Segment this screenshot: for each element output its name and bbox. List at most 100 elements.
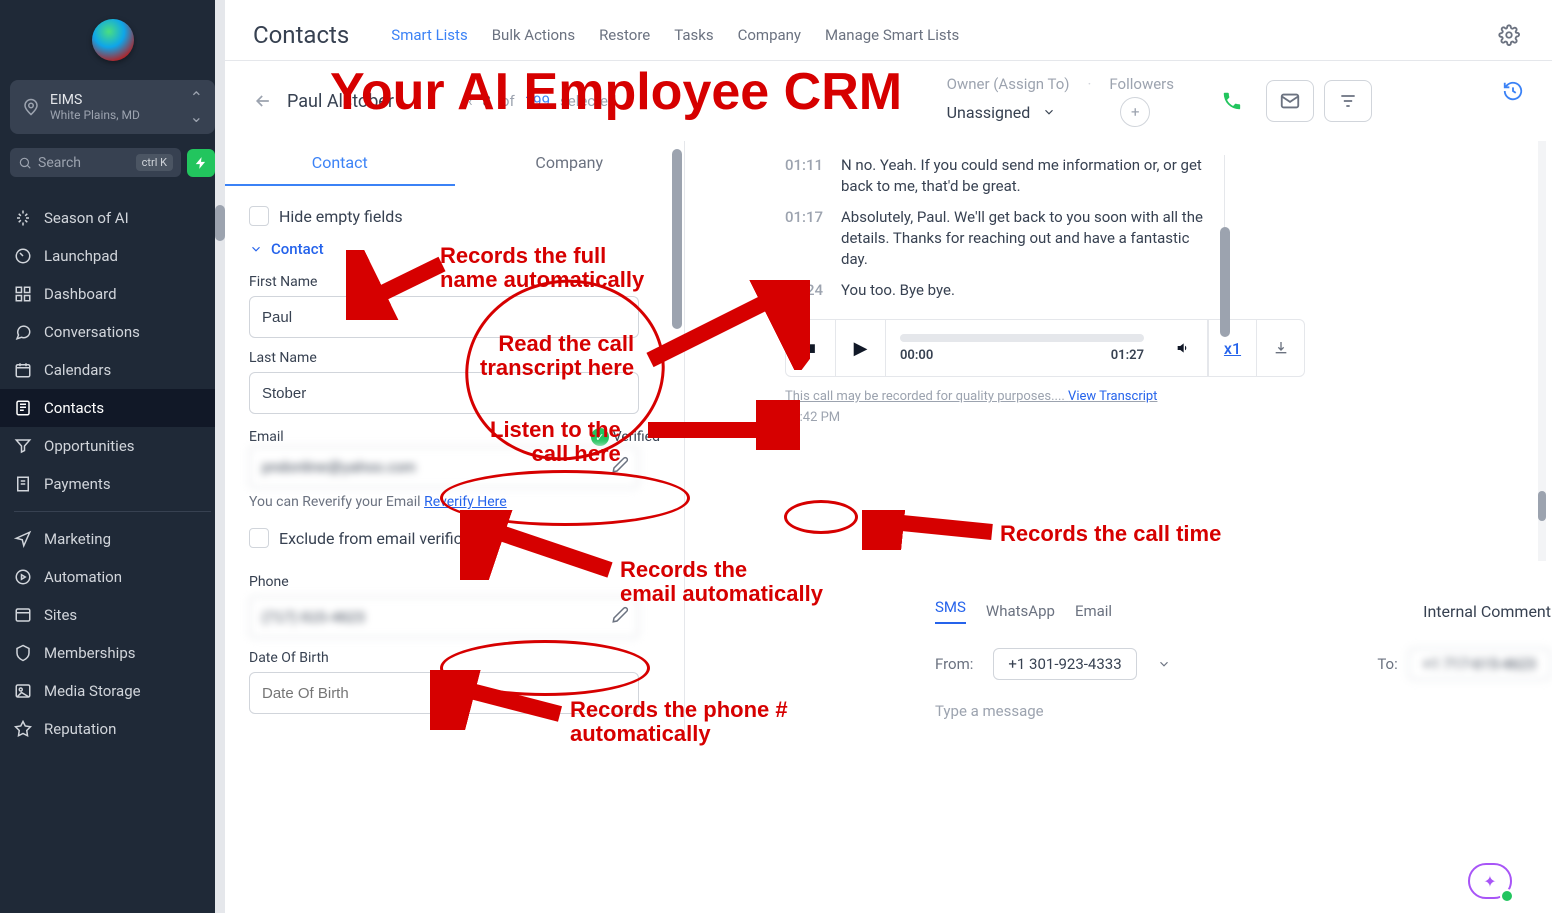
transcript-text: You too. Bye bye.	[841, 280, 955, 301]
play-button[interactable]: ▶	[836, 320, 886, 376]
filter-button[interactable]	[1324, 80, 1372, 122]
receipt-icon	[14, 475, 32, 493]
nav-opportunities[interactable]: Opportunities	[0, 427, 225, 465]
nav-dashboard[interactable]: Dashboard	[0, 275, 225, 313]
transcript-line: 01:17Absolutely, Paul. We'll get back to…	[785, 207, 1208, 270]
check-circle-icon: ✓	[591, 428, 609, 446]
owner-followers: Owner (Assign To) · Followers Unassigned…	[947, 75, 1174, 127]
hide-empty-label: Hide empty fields	[279, 207, 403, 226]
followers-title: Followers	[1109, 75, 1174, 93]
nav-label: Dashboard	[44, 285, 117, 303]
gear-icon[interactable]	[1498, 24, 1520, 46]
nav-reputation[interactable]: Reputation	[0, 710, 225, 748]
nav-media-storage[interactable]: Media Storage	[0, 672, 225, 710]
transcript-line: 01:24You too. Bye bye.	[785, 280, 1208, 301]
chevron-down-icon[interactable]	[1157, 657, 1171, 671]
search-input[interactable]: Search ctrl K	[10, 148, 181, 177]
nav-automation[interactable]: Automation	[0, 558, 225, 596]
nav-contacts[interactable]: Contacts	[0, 389, 225, 427]
nav-sites[interactable]: Sites	[0, 596, 225, 634]
history-button[interactable]	[1502, 80, 1524, 122]
sidebar-scrollbar-track	[215, 0, 225, 913]
email-input[interactable]	[249, 446, 639, 488]
org-switcher[interactable]: EIMS White Plains, MD ⌃⌄	[10, 80, 215, 134]
email-button[interactable]	[1266, 80, 1314, 122]
nav-label: Launchpad	[44, 247, 118, 265]
volume-button[interactable]	[1158, 320, 1208, 376]
edit-icon[interactable]	[611, 606, 629, 624]
sidebar-scrollbar-thumb[interactable]	[215, 205, 225, 241]
download-button[interactable]	[1256, 320, 1304, 376]
annotation-arrow	[346, 250, 446, 320]
tab-smart-lists[interactable]: Smart Lists	[391, 18, 467, 52]
view-transcript-link[interactable]: View Transcript	[1068, 389, 1157, 404]
funnel-icon	[14, 437, 32, 455]
tab-manage-smart-lists[interactable]: Manage Smart Lists	[825, 18, 959, 52]
nav-conversations[interactable]: Conversations	[0, 313, 225, 351]
activity-scrollbar-thumb[interactable]	[1538, 491, 1546, 521]
contact-section-toggle[interactable]: Contact	[249, 240, 660, 258]
compose-tab-whatsapp[interactable]: WhatsApp	[986, 602, 1055, 620]
play-circle-icon	[14, 568, 32, 586]
seek-track[interactable]: 00:00 01:27	[886, 334, 1158, 363]
tab-bulk-actions[interactable]: Bulk Actions	[492, 18, 575, 52]
total-time: 01:27	[1111, 348, 1144, 363]
sparkle-icon	[14, 209, 32, 227]
contact-actions	[1208, 80, 1524, 122]
pager-position: 8	[482, 92, 490, 110]
pager-next[interactable]: ›	[626, 92, 631, 110]
tab-tasks[interactable]: Tasks	[674, 18, 713, 52]
to-number[interactable]: +1 717-615-4623	[1408, 648, 1551, 680]
tab-company-detail[interactable]: Company	[455, 141, 685, 186]
last-name-input[interactable]	[249, 372, 639, 414]
nav-payments[interactable]: Payments	[0, 465, 225, 503]
nav-calendars[interactable]: Calendars	[0, 351, 225, 389]
filter-icon	[1338, 91, 1358, 111]
chat-icon	[14, 323, 32, 341]
transcript-text: N no. Yeah. If you could send me informa…	[841, 155, 1208, 197]
email-label: Email	[249, 429, 284, 445]
pager-total[interactable]: 199	[525, 92, 550, 110]
nav-launchpad[interactable]: Launchpad	[0, 237, 225, 275]
message-input[interactable]: Type a message	[935, 702, 1552, 720]
tab-restore[interactable]: Restore	[599, 18, 650, 52]
nav-label: Conversations	[44, 323, 140, 341]
phone-input[interactable]	[249, 596, 639, 638]
owner-value[interactable]: Unassigned	[947, 103, 1031, 122]
nav-label: Media Storage	[44, 682, 141, 700]
gauge-icon	[14, 247, 32, 265]
pager: ‹ 8 of 199 selected ›	[468, 92, 631, 110]
quick-action-button[interactable]	[187, 149, 215, 177]
contacts-icon	[14, 399, 32, 417]
hide-empty-checkbox[interactable]: Hide empty fields	[249, 202, 660, 240]
primary-nav: Season of AI Launchpad Dashboard Convers…	[0, 191, 225, 756]
playback-speed[interactable]: x1	[1208, 320, 1256, 376]
sidebar: EIMS White Plains, MD ⌃⌄ Search ctrl K S…	[0, 0, 225, 913]
from-number[interactable]: +1 301-923-4333	[993, 648, 1136, 680]
compose-tab-sms[interactable]: SMS	[935, 598, 966, 624]
internal-comment-toggle[interactable]: Internal Comment	[1423, 602, 1552, 621]
edit-icon[interactable]	[611, 456, 629, 474]
add-follower-button[interactable]: +	[1120, 97, 1150, 127]
nav-label: Automation	[44, 568, 122, 586]
compose-tab-email[interactable]: Email	[1075, 602, 1112, 620]
download-icon	[1273, 340, 1289, 356]
nav-memberships[interactable]: Memberships	[0, 634, 225, 672]
nav-season-of-ai[interactable]: Season of AI	[0, 199, 225, 237]
search-placeholder: Search	[38, 155, 81, 171]
nav-label: Marketing	[44, 530, 111, 548]
tab-contact[interactable]: Contact	[225, 141, 455, 186]
transcript-scrollbar-thumb[interactable]	[1220, 227, 1230, 337]
send-icon	[14, 530, 32, 548]
transcript-timestamp: 01:11	[785, 155, 829, 197]
chevron-down-icon[interactable]	[1042, 105, 1056, 119]
nav-label: Reputation	[44, 720, 116, 738]
tab-company[interactable]: Company	[738, 18, 801, 52]
back-arrow-icon[interactable]	[253, 91, 273, 111]
call-button[interactable]	[1208, 80, 1256, 122]
pager-prev[interactable]: ‹	[468, 92, 473, 110]
star-icon	[14, 720, 32, 738]
reverify-link[interactable]: Reverify Here	[424, 494, 507, 510]
transcript-line: 01:11 N no. Yeah. If you could send me in…	[785, 155, 1208, 197]
nav-marketing[interactable]: Marketing	[0, 520, 225, 558]
